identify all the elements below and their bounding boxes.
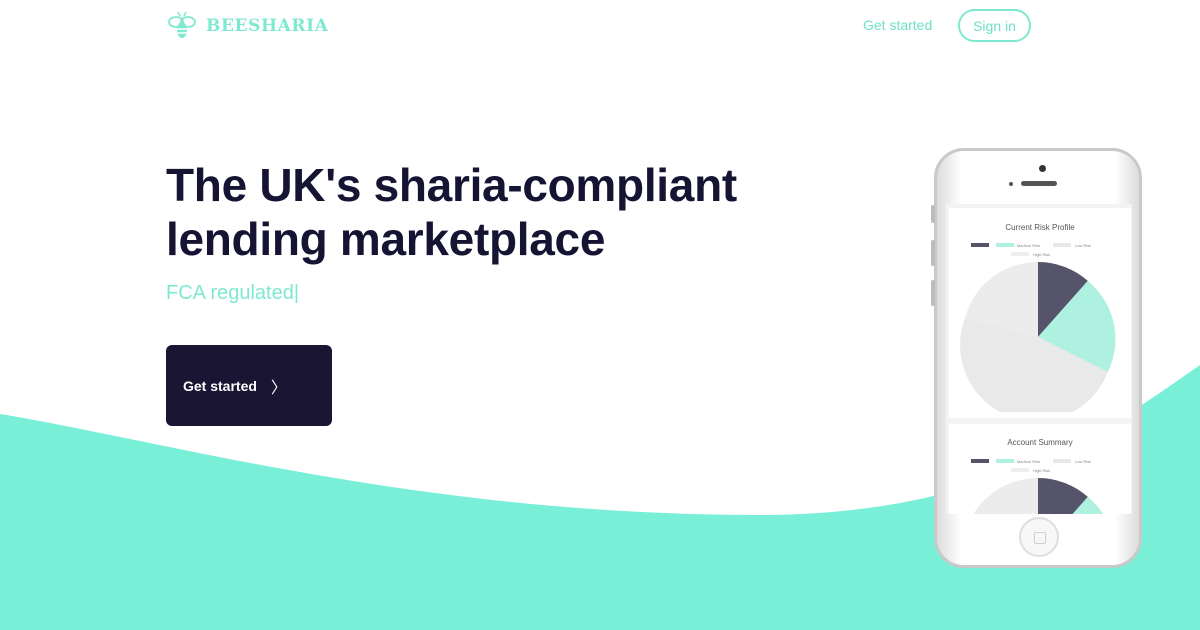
- legend-swatch-high-2: [1011, 468, 1029, 472]
- account-summary-title: Account Summary: [1007, 438, 1073, 447]
- legend-high-label: High Risk: [1033, 252, 1051, 257]
- nav-get-started-link[interactable]: Get started: [863, 17, 932, 33]
- phone-speaker: [1021, 181, 1057, 186]
- account-summary-card: Account Summary Medium Risk Low Risk Hig…: [949, 424, 1131, 514]
- legend-high-label-2: High Risk: [1033, 468, 1051, 473]
- phone-mockup: Current Risk Profile Medium Risk Low Ris…: [934, 148, 1142, 568]
- legend-low-label-2: Low Risk: [1075, 459, 1092, 464]
- phone-home-button: [1019, 517, 1059, 557]
- legend-swatch-medium-2: [996, 459, 1014, 463]
- brand-name: BEESHARIA: [206, 16, 329, 36]
- chevron-right-icon: 〉: [270, 379, 287, 397]
- legend-medium-label-2: Medium Risk: [1017, 459, 1041, 464]
- legend-swatch-dark-2: [971, 459, 989, 463]
- home-square-icon: [1034, 532, 1046, 544]
- legend-swatch-low-2: [1053, 459, 1071, 463]
- hero-subtitle: FCA regulated|: [166, 282, 299, 305]
- hero-subtitle-text: FCA regulated: [166, 282, 294, 304]
- risk-profile-card: Current Risk Profile Medium Risk Low Ris…: [949, 208, 1131, 418]
- bee-icon: [168, 11, 196, 38]
- phone-volume-down: [931, 280, 935, 306]
- legend-swatch-high: [1011, 252, 1029, 256]
- legend-low-label: Low Risk: [1075, 243, 1092, 248]
- hero-title-line-2: lending marketplace: [166, 213, 606, 265]
- legend-swatch-dark: [971, 243, 989, 247]
- hero-title: The UK's sharia-compliant lending market…: [166, 158, 806, 266]
- phone-volume-up: [931, 240, 935, 266]
- camera-icon: [1039, 165, 1046, 172]
- cta-label: Get started: [183, 377, 257, 394]
- brand-logo[interactable]: BEESHARIA: [166, 10, 328, 42]
- risk-pie-chart: [960, 262, 1116, 412]
- account-pie-chart: [973, 478, 1104, 514]
- phone-mute-switch: [931, 205, 935, 223]
- sign-in-button[interactable]: Sign in: [958, 9, 1031, 42]
- legend-swatch-medium: [996, 243, 1014, 247]
- risk-profile-title: Current Risk Profile: [1005, 223, 1075, 232]
- get-started-cta-button[interactable]: Get started 〉: [166, 345, 332, 426]
- typing-cursor: |: [293, 282, 300, 304]
- hero-title-line-1: The UK's sharia-compliant: [166, 159, 737, 211]
- legend-medium-label: Medium Risk: [1017, 243, 1041, 248]
- phone-screen: Current Risk Profile Medium Risk Low Ris…: [946, 204, 1132, 514]
- legend-swatch-low: [1053, 243, 1071, 247]
- proximity-sensor: [1009, 182, 1013, 186]
